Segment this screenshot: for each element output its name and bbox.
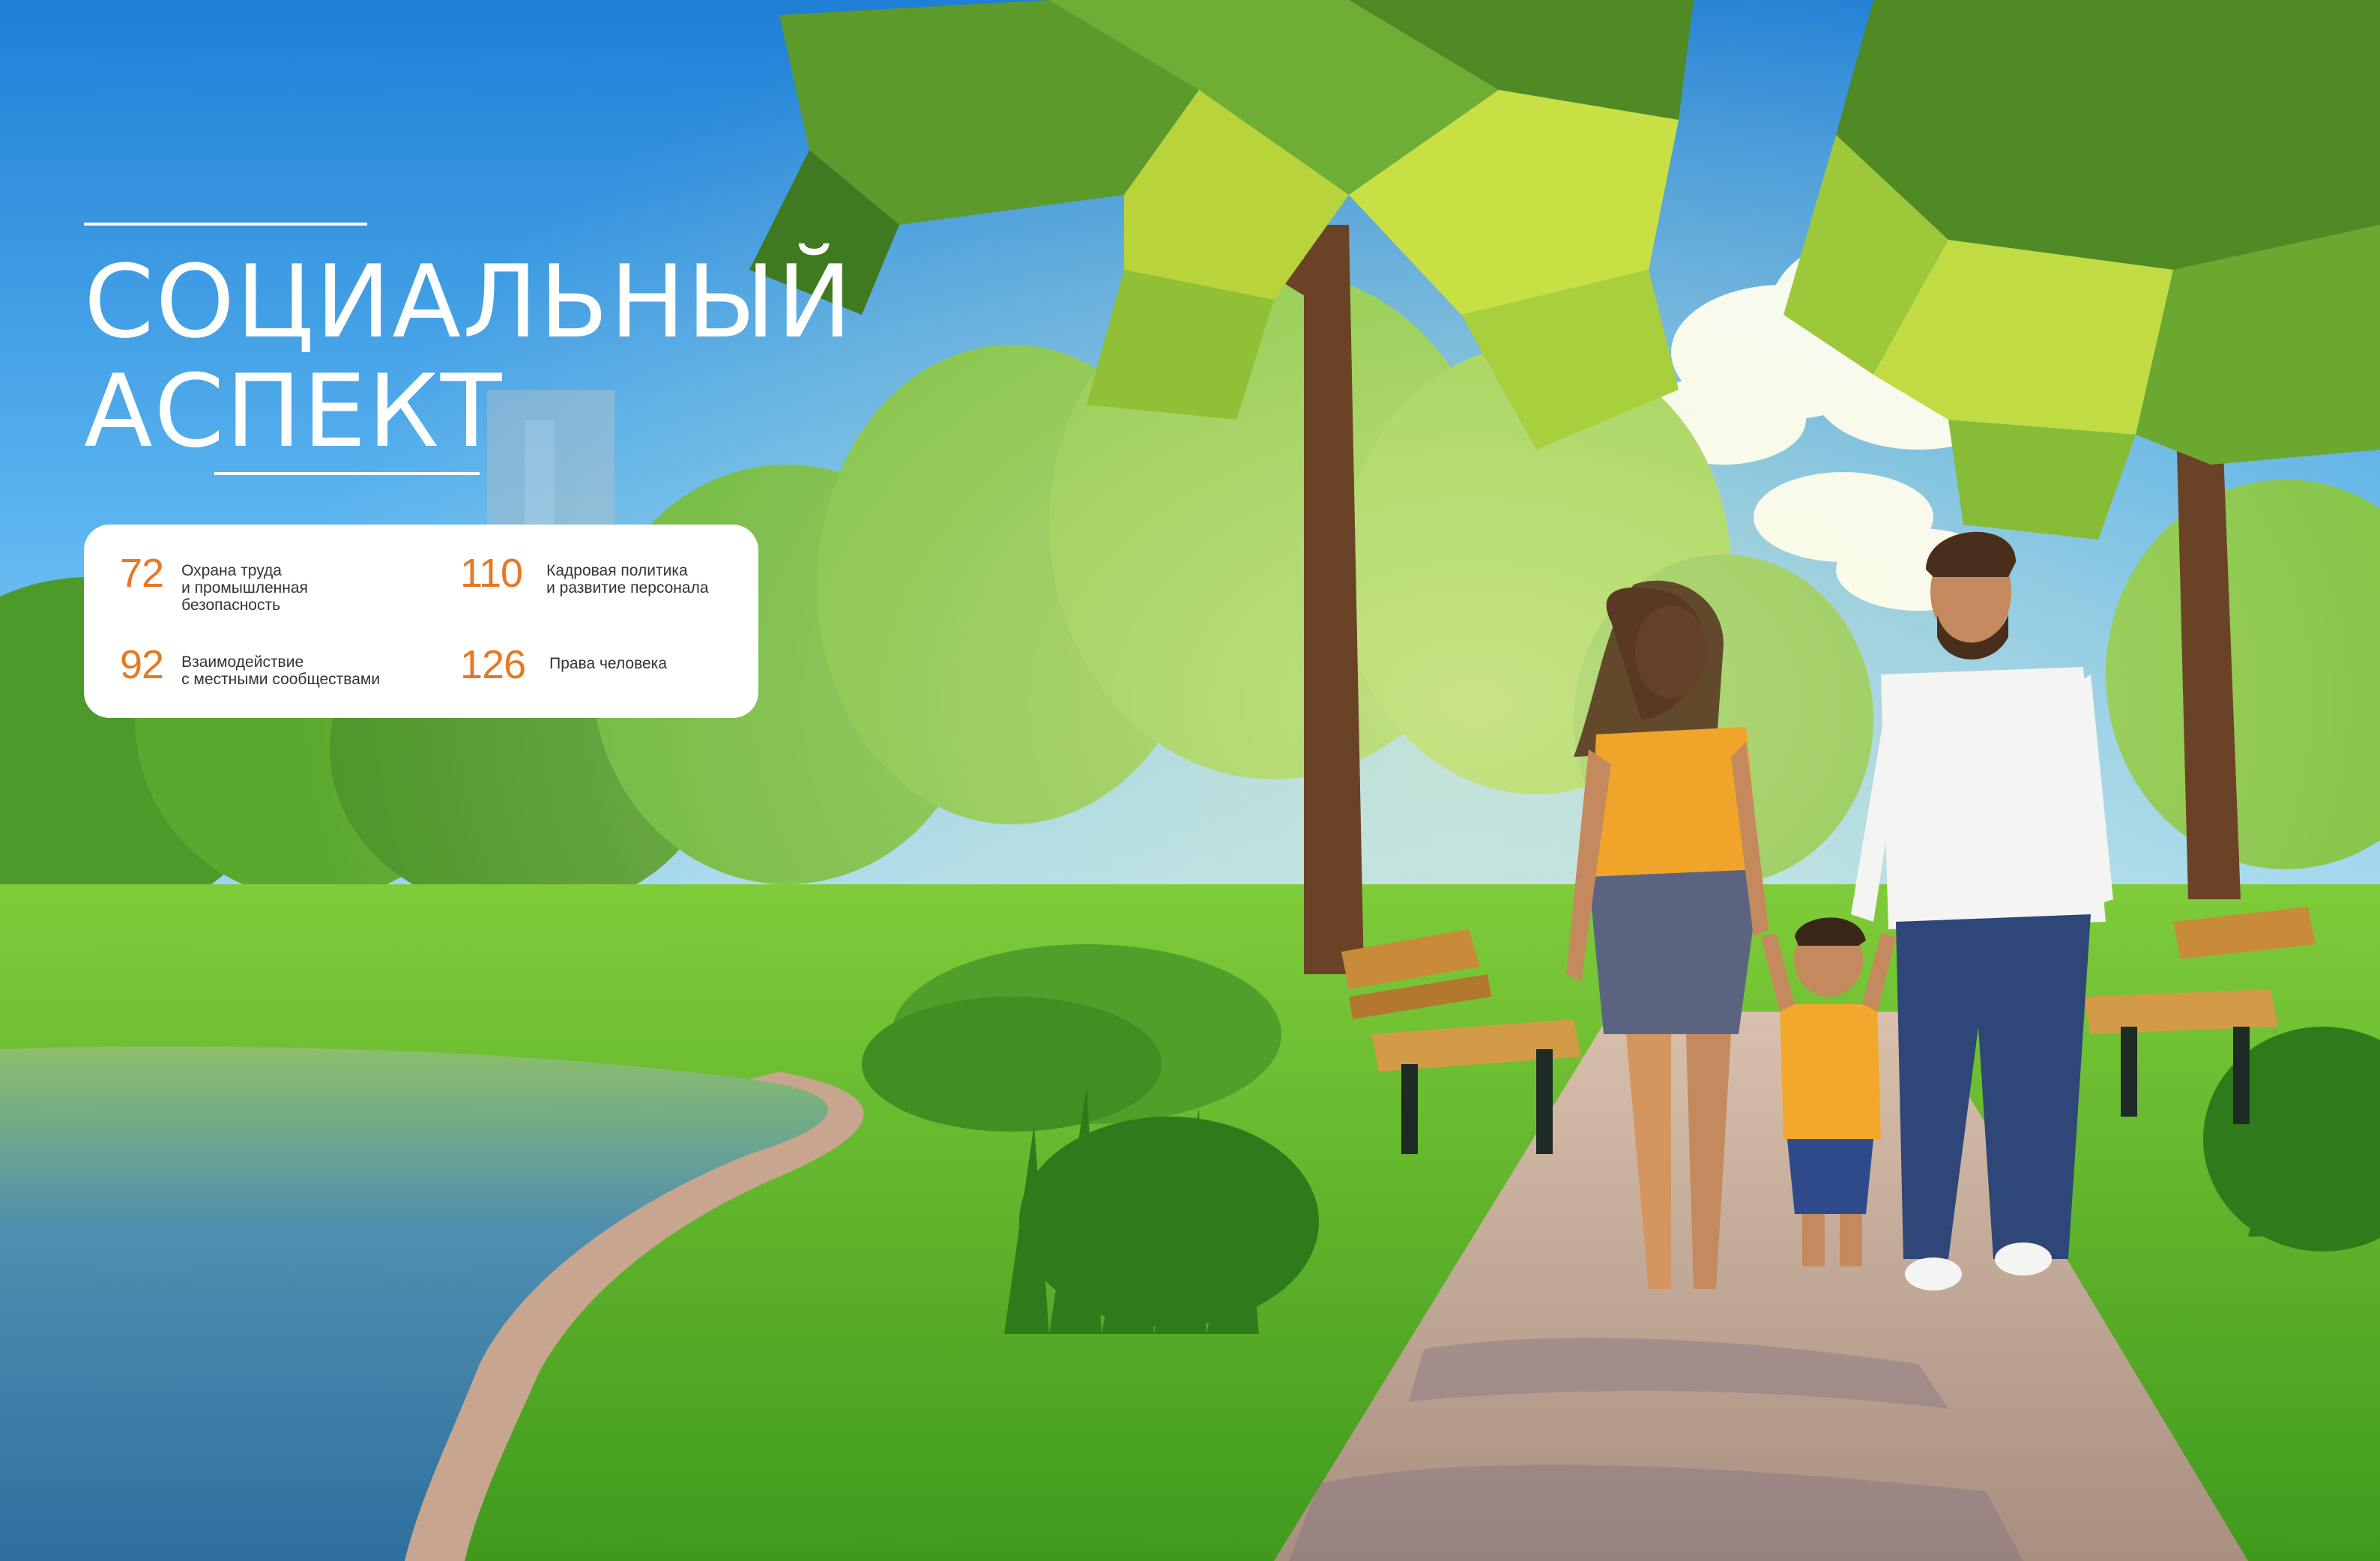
contents-item-label: Охрана труда и промышленная безопасность bbox=[181, 562, 308, 614]
contents-page-number: 126 bbox=[460, 642, 526, 687]
contents-page-number: 72 bbox=[120, 551, 164, 596]
contents-item-human-rights[interactable]: 126 Права человека bbox=[460, 644, 744, 685]
contents-item-label: Права человека bbox=[549, 655, 668, 672]
contents-item-local-communities[interactable]: 92 Взаимодействие с местными сообществам… bbox=[120, 644, 406, 688]
contents-item-hr-policy[interactable]: 110 Кадровая политика и развитие персона… bbox=[460, 553, 741, 597]
section-title-line-1: СОЦИАЛЬНЫЙ bbox=[84, 244, 854, 360]
park-illustration bbox=[0, 0, 2380, 1561]
contents-item-occupational-safety[interactable]: 72 Охрана труда и промышленная безопасно… bbox=[120, 553, 346, 614]
contents-item-label: Кадровая политика и развитие персонала bbox=[546, 562, 709, 597]
contents-card: 72 Охрана труда и промышленная безопасно… bbox=[84, 525, 758, 718]
page-spread: СОЦИАЛЬНЫЙ АСПЕКТ 72 Охрана труда и пром… bbox=[0, 0, 2380, 1561]
contents-page-number: 110 bbox=[460, 551, 523, 596]
section-title: СОЦИАЛЬНЫЙ АСПЕКТ bbox=[84, 247, 854, 466]
section-title-line-2: АСПЕКТ bbox=[84, 353, 504, 470]
contents-item-label: Взаимодействие с местными сообществами bbox=[181, 653, 381, 688]
title-top-rule bbox=[84, 223, 367, 226]
contents-page-number: 92 bbox=[120, 642, 164, 687]
title-bottom-rule bbox=[214, 472, 480, 475]
